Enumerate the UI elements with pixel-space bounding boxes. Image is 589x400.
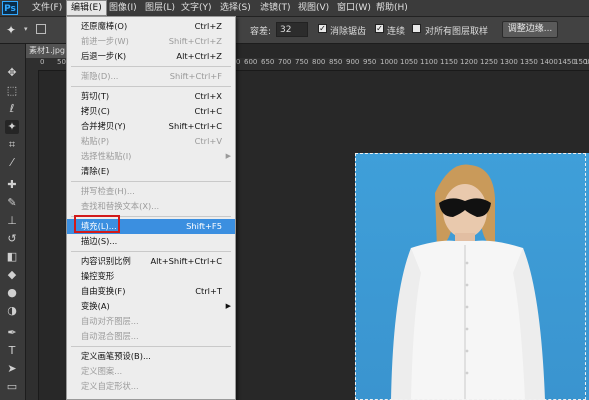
sample-all-layers-label: 对所有图层取样 <box>425 27 489 37</box>
healing-brush-tool-icon[interactable]: ✚ <box>5 178 19 192</box>
selection-marquee <box>355 153 586 400</box>
menu-item-content-aware-scale[interactable]: 内容识别比例 Alt+Shift+Ctrl+C <box>67 254 235 269</box>
sample-all-layers-checkbox[interactable] <box>412 24 421 33</box>
menu-item-paste-special[interactable]: 选择性粘贴(I) ▶ <box>67 149 235 164</box>
menu-item-check-spelling[interactable]: 拼写检查(H)... <box>67 184 235 199</box>
ruler-label: 650 <box>261 58 275 66</box>
menu-item-stroke[interactable]: 描边(S)... <box>67 234 235 249</box>
menu-item-step-forward[interactable]: 前进一步(W) Shift+Ctrl+Z <box>67 34 235 49</box>
ruler-label: 600 <box>244 58 258 66</box>
menu-view[interactable]: 视图(V) <box>294 0 333 16</box>
menu-separator <box>71 251 231 252</box>
menu-layer[interactable]: 图层(L) <box>141 0 179 16</box>
highlight-callout-box <box>74 215 120 233</box>
menu-item-define-pattern[interactable]: 定义图案... <box>67 364 235 379</box>
refine-edge-button[interactable]: 调整边缘... <box>502 21 558 38</box>
menu-image[interactable]: 图像(I) <box>105 0 141 16</box>
menu-separator <box>71 86 231 87</box>
submenu-arrow-icon: ▶ <box>225 152 231 160</box>
menu-edit[interactable]: 编辑(E) <box>66 0 107 16</box>
ruler-label: 1050 <box>400 58 418 66</box>
move-tool-icon[interactable]: ✥ <box>5 66 19 80</box>
eyedropper-tool-icon[interactable]: ⁄ <box>5 156 19 170</box>
menu-item-fade[interactable]: 渐隐(D)... Shift+Ctrl+F <box>67 69 235 84</box>
clone-stamp-tool-icon[interactable]: ⊥ <box>5 214 19 228</box>
tools-panel: ✥ ⬚ ℓ ✦ ⌗ ⁄ ✚ ✎ ⊥ ↺ ◧ ◆ ● ◑ ✒ T ➤ ▭ <box>0 44 26 400</box>
menu-item-find-replace[interactable]: 查找和替换文本(X)... <box>67 199 235 214</box>
menu-item-paste[interactable]: 粘贴(P) Ctrl+V <box>67 134 235 149</box>
lasso-tool-icon[interactable]: ℓ <box>5 102 19 116</box>
menu-item-clear[interactable]: 清除(E) <box>67 164 235 179</box>
menu-type[interactable]: 文字(Y) <box>177 0 216 16</box>
menu-separator <box>71 66 231 67</box>
ruler-label: 1550 <box>584 58 589 66</box>
menu-select[interactable]: 选择(S) <box>216 0 255 16</box>
menu-item-copy[interactable]: 拷贝(C) Ctrl+C <box>67 104 235 119</box>
history-brush-tool-icon[interactable]: ↺ <box>5 232 19 246</box>
menu-item-define-custom-shape[interactable]: 定义自定形状... <box>67 379 235 394</box>
menu-item-step-backward[interactable]: 后退一步(K) Alt+Ctrl+Z <box>67 49 235 64</box>
shape-tool-icon[interactable]: ▭ <box>5 380 19 394</box>
magic-wand-preset-icon[interactable]: ✦ <box>6 22 22 38</box>
ruler-label: 1400 <box>540 58 558 66</box>
dodge-tool-icon[interactable]: ◑ <box>5 304 19 318</box>
antialias-label: 消除锯齿 <box>330 27 367 37</box>
marquee-tool-icon[interactable]: ⬚ <box>5 84 19 98</box>
menu-item-undo[interactable]: 还原魔棒(O) Ctrl+Z <box>67 19 235 34</box>
menu-item-transform[interactable]: 变换(A) ▶ <box>67 299 235 314</box>
paint-bucket-tool-icon[interactable]: ◆ <box>5 268 19 282</box>
ruler-label: 1300 <box>500 58 518 66</box>
menu-item-auto-align-layers[interactable]: 自动对齐图层... <box>67 314 235 329</box>
ruler-label: 1100 <box>420 58 438 66</box>
ruler-label: 1250 <box>480 58 498 66</box>
menu-item-puppet-warp[interactable]: 操控变形 <box>67 269 235 284</box>
menu-file[interactable]: 文件(F) <box>28 0 66 16</box>
document-tab[interactable]: 素材1.jpg <box>26 44 70 58</box>
new-selection-icon[interactable] <box>36 24 46 34</box>
contiguous-checkbox[interactable]: ✓ <box>375 24 384 33</box>
menu-separator <box>71 181 231 182</box>
ruler-label: 700 <box>278 58 292 66</box>
blur-tool-icon[interactable]: ● <box>5 286 19 300</box>
menu-bar: Ps 文件(F) 编辑(E) 图像(I) 图层(L) 文字(Y) 选择(S) 滤… <box>0 0 589 17</box>
contiguous-label: 连续 <box>387 27 406 37</box>
menu-item-cut[interactable]: 剪切(T) Ctrl+X <box>67 89 235 104</box>
magic-wand-tool-icon[interactable]: ✦ <box>5 120 19 134</box>
eraser-tool-icon[interactable]: ◧ <box>5 250 19 264</box>
ruler-label: 900 <box>346 58 360 66</box>
menu-item-define-brush[interactable]: 定义画笔预设(B)... <box>67 349 235 364</box>
ruler-label: 850 <box>329 58 343 66</box>
crop-tool-icon[interactable]: ⌗ <box>5 138 19 152</box>
ruler-label: 750 <box>295 58 309 66</box>
type-tool-icon[interactable]: T <box>5 344 19 358</box>
ruler-label: 1350 <box>520 58 538 66</box>
menu-separator <box>71 346 231 347</box>
ruler-label: 1150 <box>440 58 458 66</box>
ruler-label: 1000 <box>380 58 398 66</box>
tolerance-label: 容差: <box>250 27 272 37</box>
preset-dropdown-icon[interactable]: ▾ <box>24 25 28 33</box>
tolerance-input[interactable]: 32 <box>276 22 308 37</box>
path-selection-tool-icon[interactable]: ➤ <box>5 362 19 376</box>
menu-filter[interactable]: 滤镜(T) <box>256 0 295 16</box>
brush-tool-icon[interactable]: ✎ <box>5 196 19 210</box>
ruler-label: 950 <box>363 58 377 66</box>
edit-menu-dropdown: 还原魔棒(O) Ctrl+Z 前进一步(W) Shift+Ctrl+Z 后退一步(K… <box>66 16 236 400</box>
menu-window[interactable]: 窗口(W) <box>333 0 375 16</box>
antialias-checkbox[interactable]: ✓ <box>318 24 327 33</box>
photoshop-logo: Ps <box>2 1 18 15</box>
menu-help[interactable]: 帮助(H) <box>372 0 412 16</box>
ruler-label: 0 <box>40 58 45 66</box>
ruler-label: 50 <box>57 58 66 66</box>
ruler-label: 1200 <box>460 58 478 66</box>
vertical-ruler <box>26 70 39 400</box>
ruler-label: 800 <box>312 58 326 66</box>
pen-tool-icon[interactable]: ✒ <box>5 326 19 340</box>
menu-item-free-transform[interactable]: 自由变换(F) Ctrl+T <box>67 284 235 299</box>
menu-item-copy-merged[interactable]: 合并拷贝(Y) Shift+Ctrl+C <box>67 119 235 134</box>
submenu-arrow-icon: ▶ <box>225 302 231 310</box>
menu-item-auto-blend-layers[interactable]: 自动混合图层... <box>67 329 235 344</box>
